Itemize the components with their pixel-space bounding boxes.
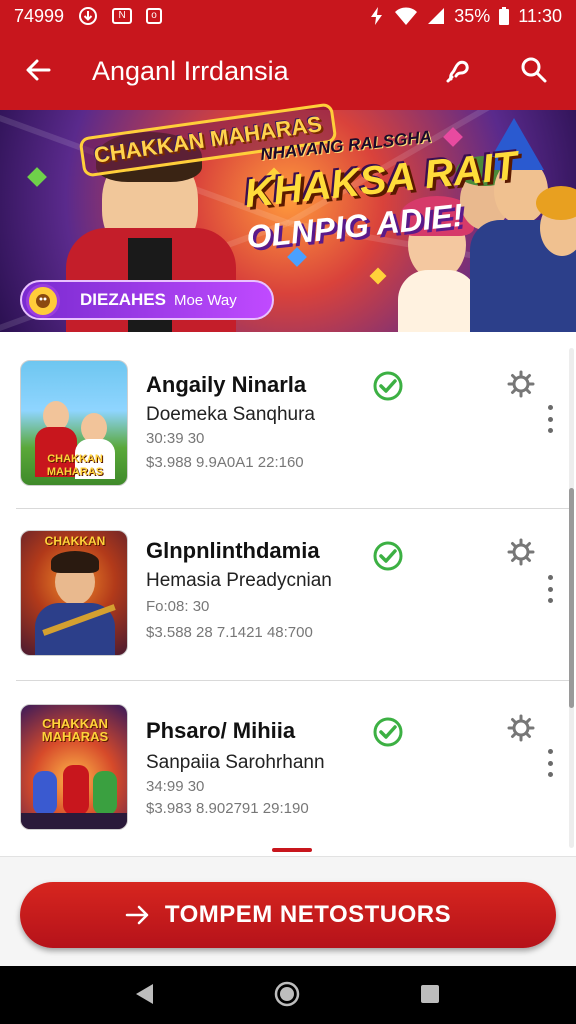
item-subtitle: Doemeka Sanqhura [146, 404, 315, 425]
thumb-character [51, 551, 99, 573]
group-character-body [398, 270, 478, 332]
gem-decoration [369, 267, 387, 285]
gear-icon[interactable] [507, 714, 535, 742]
lightning-icon [368, 6, 386, 26]
divider [16, 680, 570, 681]
scrollbar-thumb[interactable] [569, 488, 574, 708]
nav-back-button[interactable] [130, 982, 158, 1010]
thumb-logo-text: CHAKKAN MAHARAS [46, 453, 104, 478]
thumb-ground [21, 813, 127, 829]
list-item[interactable]: CHAKKAN MAHARAS Phsaro/ Mihiia Sanpaiia … [0, 682, 566, 854]
item-subtitle: Hemasia Preadycnian [146, 570, 332, 591]
back-triangle-icon [133, 982, 155, 1011]
app-thumbnail: CHAKKAN MAHARAS [20, 704, 128, 830]
gem-decoration [27, 167, 47, 187]
chat-icon [443, 55, 473, 90]
thumb-character [33, 771, 57, 815]
item-meta-secondary: $3.988 9.9A0A1 22:160 [146, 454, 304, 471]
check-circle-icon [372, 370, 404, 402]
download-icon [78, 6, 98, 26]
gear-icon[interactable] [507, 370, 535, 398]
app-icon: o [146, 8, 163, 24]
recents-square-icon [419, 983, 441, 1010]
app-bar: Anganl Irrdansia [0, 32, 576, 110]
signal-icon [426, 6, 446, 26]
primary-action-button[interactable]: TOMPEM NETOSTUORS [20, 882, 556, 948]
thumb-character [63, 765, 89, 815]
page-title: Anganl Irrdansia [92, 56, 289, 86]
item-meta: 30:39 30 [146, 430, 205, 447]
item-subtitle: Sanpaiia Sarohrhann [146, 752, 325, 773]
wifi-icon [394, 6, 418, 26]
thumb-character [93, 771, 117, 815]
app-thumbnail: CHAKKAN [20, 530, 128, 656]
primary-button-label: TOMPEM NETOSTUORS [164, 901, 452, 928]
nav-home-button[interactable] [273, 980, 301, 1013]
system-nav-bar [0, 966, 576, 1024]
page-indicator [272, 848, 312, 852]
mail-icon: N [112, 8, 133, 24]
status-bar: 74999 N o 35% 11:30 [0, 0, 576, 32]
back-button[interactable] [18, 52, 58, 92]
status-time-right: 11:30 [518, 5, 562, 26]
check-circle-icon [372, 540, 404, 572]
divider [16, 508, 570, 509]
item-title: Glnpnlinthdamia [146, 538, 320, 563]
battery-icon [498, 6, 510, 26]
search-icon [519, 55, 549, 90]
gear-icon[interactable] [507, 538, 535, 566]
list-item[interactable]: CHAKKAN MAHARAS Angaily Ninarla Doemeka … [0, 338, 566, 510]
thumb-logo-text: CHAKKAN MAHARAS [41, 716, 109, 744]
check-circle-icon [372, 716, 404, 748]
item-meta-secondary: $3.588 28 7.1421 48:700 [146, 624, 313, 641]
item-meta-secondary: $3.983 8.902791 29:190 [146, 800, 309, 817]
item-title: Angaily Ninarla [146, 372, 307, 397]
pill-subtitle: Moe Way [173, 291, 237, 309]
battery-percent: 35% [454, 5, 491, 26]
list-item[interactable]: CHAKKAN Glnpnlinthdamia Hemasia Preadycn… [0, 510, 566, 682]
banner-cta-pill[interactable]: DIEZAHES Moe Way [20, 280, 274, 320]
arrow-left-icon [23, 55, 53, 90]
status-time-left: 74999 [14, 5, 65, 26]
more-options-button[interactable] [540, 746, 560, 780]
arrow-right-icon [125, 904, 151, 926]
pill-label: DIEZAHES [80, 290, 166, 309]
more-options-button[interactable] [540, 572, 560, 606]
chat-button[interactable] [437, 51, 479, 93]
search-button[interactable] [513, 51, 555, 93]
item-title: Phsaro/ Mihiia [146, 718, 296, 743]
home-circle-icon [273, 980, 301, 1013]
mascot-icon [26, 284, 60, 318]
app-thumbnail: CHAKKAN MAHARAS [20, 360, 128, 486]
scrollbar[interactable] [569, 348, 574, 848]
item-meta: 34:99 30 [146, 778, 205, 795]
item-meta: Fo:08: 30 [146, 598, 210, 615]
thumb-logo-text: CHAKKAN [44, 534, 106, 548]
more-options-button[interactable] [540, 402, 560, 436]
nav-recents-button[interactable] [416, 982, 444, 1010]
